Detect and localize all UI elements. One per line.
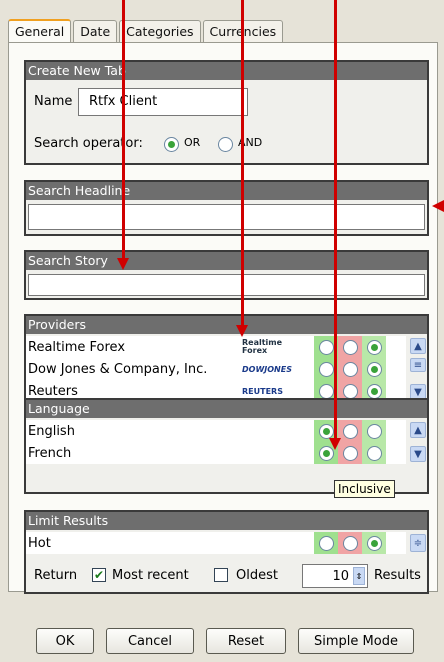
neutral-cell — [362, 358, 386, 380]
neutral-radio[interactable] — [366, 361, 382, 377]
create-new-tab-group: Create New Tab Name Rtfx Client Search o… — [24, 60, 429, 165]
group-header-limit-results: Limit Results — [26, 512, 427, 530]
exclude-cell — [338, 442, 362, 464]
chevron-up-icon[interactable]: ▲ — [410, 338, 426, 354]
reset-button[interactable]: Reset — [206, 628, 286, 654]
annotation-arrow-head — [117, 258, 129, 270]
exclude-radio[interactable] — [342, 423, 358, 439]
exclude-radio[interactable] — [342, 535, 358, 551]
provider-name: Dow Jones & Company, Inc. — [28, 361, 208, 377]
return-label: Return — [34, 568, 78, 583]
include-radio[interactable] — [318, 361, 334, 377]
scroll-stepper[interactable]: ≑ — [410, 534, 426, 552]
spinner-arrows-icon[interactable]: ⇕ — [353, 567, 365, 585]
tab-categories[interactable]: Categories — [119, 20, 201, 42]
limit-row-hot[interactable]: Hot — [26, 532, 406, 554]
scrollbar-thumb[interactable]: ≡ — [410, 358, 426, 372]
results-count-spinner[interactable]: 10 ⇕ — [302, 564, 368, 588]
language-name: French — [28, 445, 72, 461]
most-recent-checkbox[interactable]: ✔ — [92, 568, 106, 582]
neutral-cell — [362, 532, 386, 554]
language-row-french[interactable]: French — [26, 442, 406, 464]
limit-results-group: Limit Results Hot ≑ Return ✔ Most recent… — [24, 510, 429, 594]
neutral-radio[interactable] — [366, 423, 382, 439]
group-header-language: Language — [26, 400, 427, 418]
neutral-radio[interactable] — [366, 383, 382, 399]
annotation-arrow-head — [329, 438, 341, 450]
exclude-radio[interactable] — [342, 339, 358, 355]
include-cell — [314, 532, 338, 554]
logo-line-2: Forex — [242, 346, 268, 355]
neutral-radio[interactable] — [366, 445, 382, 461]
exclude-radio[interactable] — [342, 383, 358, 399]
search-story-group: Search Story — [24, 250, 429, 300]
tab-general[interactable]: General — [8, 19, 72, 43]
chevron-up-icon[interactable]: ▲ — [410, 422, 426, 438]
annotation-arrow-head — [236, 325, 248, 337]
cancel-button[interactable]: Cancel — [106, 628, 194, 654]
providers-group: Providers Realtime Forex Realtime Forex … — [24, 314, 429, 406]
group-header-providers: Providers — [26, 316, 427, 334]
realtime-forex-logo: Realtime Forex — [242, 339, 314, 355]
oldest-label: Oldest — [236, 568, 278, 583]
exclude-cell — [338, 532, 362, 554]
exclude-radio[interactable] — [342, 361, 358, 377]
exclude-radio[interactable] — [342, 445, 358, 461]
annotation-arrow-left — [432, 200, 444, 212]
include-radio[interactable] — [318, 383, 334, 399]
inclusive-tooltip: Inclusive — [334, 480, 395, 498]
neutral-cell — [362, 336, 386, 358]
group-header-search-headline: Search Headline — [26, 182, 427, 200]
results-count-value: 10 — [332, 568, 349, 584]
name-label: Name — [34, 94, 73, 109]
include-radio[interactable] — [318, 423, 334, 439]
annotation-arrow-shaft — [241, 0, 244, 325]
or-radio[interactable] — [164, 137, 179, 152]
search-headline-input[interactable] — [28, 204, 425, 230]
search-operator-label: Search operator: — [34, 136, 143, 151]
neutral-radio[interactable] — [366, 535, 382, 551]
neutral-cell — [362, 442, 386, 464]
exclude-cell — [338, 420, 362, 442]
limit-name: Hot — [28, 535, 51, 551]
most-recent-label: Most recent — [112, 568, 189, 583]
include-radio[interactable] — [318, 339, 334, 355]
provider-name: Realtime Forex — [28, 339, 126, 355]
news-filter-dialog: General Date Categories Currencies Creat… — [0, 0, 444, 662]
and-radio[interactable] — [218, 137, 233, 152]
neutral-radio[interactable] — [366, 339, 382, 355]
ok-button[interactable]: OK — [36, 628, 94, 654]
exclude-cell — [338, 358, 362, 380]
neutral-cell — [362, 420, 386, 442]
dow-jones-logo: DOWJONES — [242, 364, 292, 374]
search-story-input[interactable] — [28, 274, 425, 296]
reuters-logo: REUTERS — [242, 386, 283, 396]
group-header-search-story: Search Story — [26, 252, 427, 270]
oldest-checkbox[interactable]: ✔ — [214, 568, 228, 582]
tab-name-input[interactable]: Rtfx Client — [78, 88, 248, 116]
results-label: Results — [374, 568, 421, 583]
include-radio[interactable] — [318, 535, 334, 551]
provider-name: Reuters — [28, 383, 78, 399]
simple-mode-button[interactable]: Simple Mode — [298, 628, 414, 654]
group-header-create-new-tab: Create New Tab — [26, 62, 427, 80]
chevron-down-icon[interactable]: ▼ — [410, 446, 426, 462]
annotation-arrow-shaft — [122, 0, 125, 258]
tab-date[interactable]: Date — [73, 20, 118, 42]
or-label: OR — [184, 136, 201, 149]
provider-row-dow-jones[interactable]: Dow Jones & Company, Inc. DOWJONES — [26, 358, 406, 380]
annotation-arrow-shaft — [334, 0, 337, 438]
language-row-english[interactable]: English — [26, 420, 406, 442]
search-headline-group: Search Headline — [24, 180, 429, 236]
provider-row-realtime-forex[interactable]: Realtime Forex Realtime Forex — [26, 336, 406, 358]
language-name: English — [28, 423, 75, 439]
exclude-cell — [338, 336, 362, 358]
